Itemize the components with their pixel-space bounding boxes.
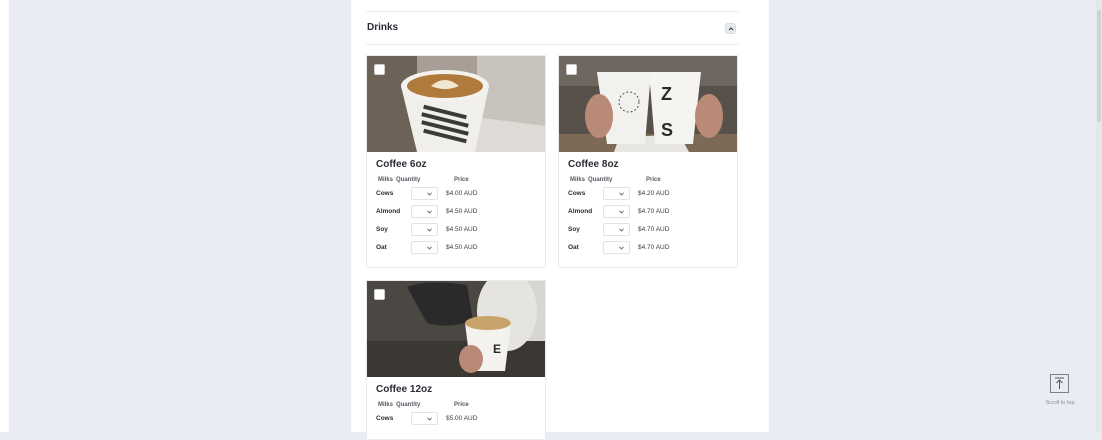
product-title: Coffee 6oz — [376, 159, 427, 170]
svg-text:S: S — [661, 120, 673, 140]
column-header-milks: Milks — [570, 177, 586, 183]
column-header-milks: Milks — [378, 177, 394, 183]
quantity-select[interactable] — [411, 205, 438, 218]
price-value: $5.00 AUD — [446, 415, 478, 422]
milk-label: Cows — [376, 190, 394, 197]
collapse-button[interactable] — [725, 23, 736, 34]
column-header-price: Price — [454, 402, 469, 408]
barista-pouring-milk-image: E — [367, 281, 545, 377]
milk-label: Cows — [568, 190, 586, 197]
price-value: $4.00 AUD — [446, 190, 478, 197]
left-edge-strip — [0, 0, 9, 432]
column-header-price: Price — [646, 177, 661, 183]
svg-text:Z: Z — [661, 84, 672, 104]
milk-label: Almond — [568, 208, 593, 215]
product-title: Coffee 12oz — [376, 384, 433, 395]
chevron-down-icon — [427, 192, 432, 196]
scroll-to-top-button[interactable]: Scroll to top — [1038, 374, 1082, 412]
quantity-select[interactable] — [411, 187, 438, 200]
price-value: $4.20 AUD — [638, 190, 670, 197]
chevron-down-icon — [619, 246, 624, 250]
scrollbar-thumb[interactable] — [1097, 10, 1101, 122]
chevron-down-icon — [619, 210, 624, 214]
column-header-price: Price — [454, 177, 469, 183]
chevron-down-icon — [427, 246, 432, 250]
price-value: $4.70 AUD — [638, 208, 670, 215]
price-value: $4.50 AUD — [446, 208, 478, 215]
column-header-quantity: Quantity — [396, 177, 421, 183]
milk-label: Oat — [376, 244, 387, 251]
price-value: $4.70 AUD — [638, 244, 670, 251]
quantity-select[interactable] — [603, 241, 630, 254]
coffee-cup-latte-art-image — [367, 56, 545, 152]
column-header-milks: Milks — [378, 402, 394, 408]
product-card: E Coffee 12oz Milks Quantity Price Cows … — [366, 280, 546, 440]
milk-label: Almond — [376, 208, 401, 215]
product-card: Z S Coffee 8oz Milks Quantity Price Cows… — [558, 55, 738, 268]
two-coffee-cups-image: Z S — [559, 56, 737, 152]
quantity-select[interactable] — [603, 205, 630, 218]
chevron-up-icon — [728, 27, 734, 31]
quantity-select[interactable] — [603, 223, 630, 236]
quantity-select[interactable] — [411, 412, 438, 425]
price-value: $4.50 AUD — [446, 244, 478, 251]
chevron-down-icon — [619, 228, 624, 232]
price-value: $4.70 AUD — [638, 226, 670, 233]
svg-text:E: E — [493, 342, 501, 356]
scroll-to-top-label: Scroll to top — [1045, 400, 1075, 406]
chevron-down-icon — [427, 417, 432, 421]
quantity-select[interactable] — [411, 241, 438, 254]
chevron-down-icon — [427, 210, 432, 214]
select-checkbox[interactable] — [566, 64, 577, 75]
quantity-select[interactable] — [603, 187, 630, 200]
column-header-quantity: Quantity — [588, 177, 613, 183]
product-title: Coffee 8oz — [568, 159, 619, 170]
drinks-section-header[interactable]: Drinks — [366, 12, 740, 45]
milk-label: Cows — [376, 415, 394, 422]
arrow-up-to-line-icon — [1050, 374, 1069, 393]
quantity-select[interactable] — [411, 223, 438, 236]
column-header-quantity: Quantity — [396, 402, 421, 408]
section-title: Drinks — [367, 22, 399, 33]
chevron-down-icon — [619, 192, 624, 196]
product-card: Coffee 6oz Milks Quantity Price Cows $4.… — [366, 55, 546, 268]
milk-label: Oat — [568, 244, 579, 251]
milk-label: Soy — [376, 226, 388, 233]
select-checkbox[interactable] — [374, 289, 385, 300]
chevron-down-icon — [427, 228, 432, 232]
milk-label: Soy — [568, 226, 580, 233]
price-value: $4.50 AUD — [446, 226, 478, 233]
select-checkbox[interactable] — [374, 64, 385, 75]
